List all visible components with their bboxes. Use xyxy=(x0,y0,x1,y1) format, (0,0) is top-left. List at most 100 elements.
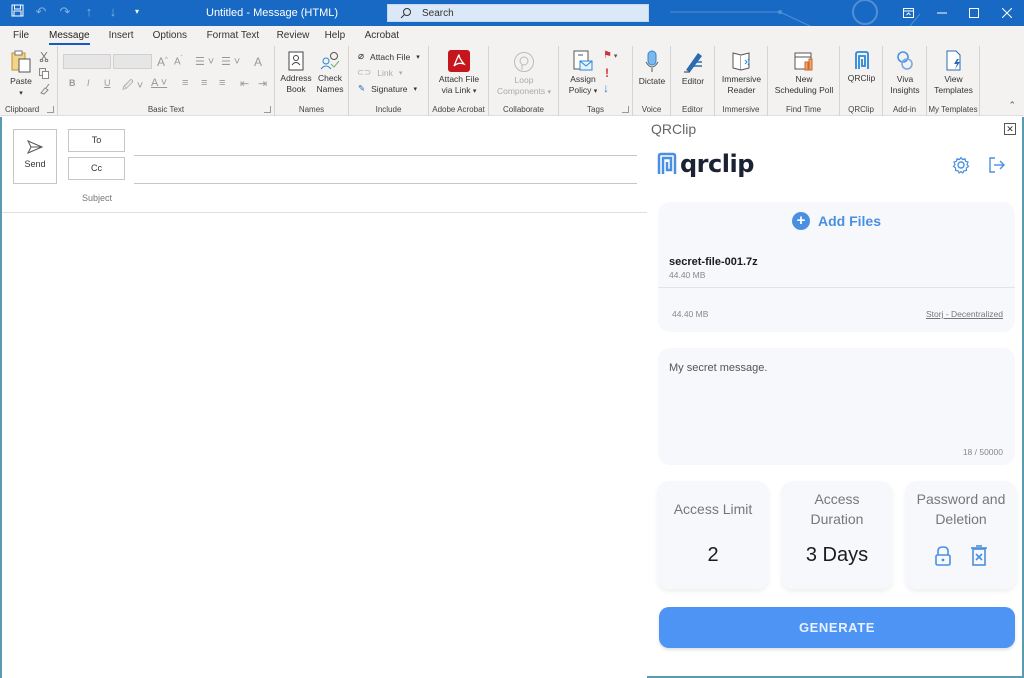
group-immersive: Immersive Reader Immersive xyxy=(715,46,768,116)
plus-circle-icon: + xyxy=(791,212,810,230)
italic-button[interactable]: I xyxy=(87,78,90,88)
font-family-select[interactable] xyxy=(63,54,111,69)
settings-gear-icon[interactable] xyxy=(952,156,970,174)
group-label: Add-in xyxy=(892,105,917,114)
down-arrow-icon[interactable]: ↓ xyxy=(106,4,120,20)
underline-button[interactable]: U xyxy=(104,78,111,88)
tab-format-text[interactable]: Format Text xyxy=(207,26,277,46)
minimize-icon xyxy=(937,12,947,14)
generate-button[interactable]: GENERATE xyxy=(659,607,1015,648)
numbering-icon[interactable]: ☰ ˅ xyxy=(221,55,240,68)
qrclip-ribbon-button[interactable]: QRClip xyxy=(840,51,883,84)
cc-field[interactable] xyxy=(134,183,637,184)
file-name: secret-file-001.7z xyxy=(669,256,758,268)
shrink-font-icon[interactable]: Aˇ xyxy=(174,56,183,67)
storage-provider-link[interactable]: Storj - Decentralized xyxy=(926,309,1003,319)
collapse-ribbon-icon[interactable]: ⌃ xyxy=(1008,100,1016,111)
group-label: Voice xyxy=(641,105,662,114)
dialog-launcher-icon[interactable] xyxy=(264,106,271,113)
tab-message[interactable]: Message xyxy=(49,26,90,46)
follow-up-flag-icon[interactable]: ⚑ ▾ xyxy=(603,50,617,61)
ribbon-display-options-button[interactable] xyxy=(891,0,925,26)
increase-indent-icon[interactable]: ⇥ xyxy=(258,77,267,90)
up-arrow-icon[interactable]: ↑ xyxy=(82,4,96,20)
dictate-button[interactable]: Dictate xyxy=(633,50,671,87)
to-button[interactable]: To xyxy=(68,129,125,152)
close-pane-button[interactable]: ✕ xyxy=(1004,123,1016,135)
check-names-button[interactable]: Check Names xyxy=(313,51,347,95)
align-center-icon[interactable]: ≡ xyxy=(201,77,207,89)
tab-review[interactable]: Review xyxy=(277,26,325,46)
group-collaborate: Loop Components ▾ Collaborate xyxy=(489,46,559,116)
format-painter-icon[interactable] xyxy=(39,84,50,95)
low-importance-icon[interactable]: ↓ xyxy=(603,81,609,95)
address-book-icon xyxy=(288,51,304,71)
font-color-icon[interactable]: A ˅ xyxy=(151,77,167,89)
bold-button[interactable]: B xyxy=(69,78,76,88)
tab-help[interactable]: Help xyxy=(325,26,365,46)
tab-file[interactable]: File xyxy=(13,26,49,46)
quick-access-toolbar: ↶ ↷ ↑ ↓ ▾ xyxy=(10,4,144,20)
attach-file-button[interactable]: ⌀ Attach File ▾ xyxy=(358,51,420,62)
paste-button[interactable]: Paste ▾ xyxy=(6,50,36,99)
maximize-button[interactable] xyxy=(957,0,991,26)
scheduling-poll-icon xyxy=(794,52,813,71)
access-limit-card[interactable]: Access Limit 2 xyxy=(657,481,769,589)
cc-button[interactable]: Cc xyxy=(68,157,125,180)
new-scheduling-poll-button[interactable]: New Scheduling Poll xyxy=(768,50,840,96)
loop-components-button[interactable]: Loop Components ▾ xyxy=(489,51,559,98)
to-field[interactable] xyxy=(134,155,637,156)
delete-trash-icon[interactable] xyxy=(970,545,988,567)
assign-policy-button[interactable]: Assign Policy ▾ xyxy=(564,50,602,97)
high-importance-icon[interactable]: ! xyxy=(605,66,609,80)
bullets-icon[interactable]: ☰ ˅ xyxy=(195,55,214,68)
redo-icon[interactable]: ↷ xyxy=(58,4,72,20)
lock-icon[interactable] xyxy=(934,545,952,567)
logout-icon[interactable] xyxy=(988,156,1006,174)
access-duration-card[interactable]: Access Duration 3 Days xyxy=(781,481,893,589)
cut-icon[interactable] xyxy=(39,52,49,62)
address-book-button[interactable]: Address Book xyxy=(279,51,313,95)
paste-icon xyxy=(11,50,31,73)
editor-button[interactable]: Editor xyxy=(671,50,715,87)
copy-icon[interactable] xyxy=(39,68,50,79)
dialog-launcher-icon[interactable] xyxy=(622,106,629,113)
tab-insert[interactable]: Insert xyxy=(109,26,153,46)
access-duration-label-1: Access xyxy=(814,491,860,507)
secret-message-textarea[interactable]: My secret message. 18 / 50000 xyxy=(658,348,1015,465)
styles-icon[interactable]: A xyxy=(254,55,262,69)
align-right-icon[interactable]: ≡ xyxy=(219,77,225,89)
message-body[interactable] xyxy=(2,213,647,678)
attach-file-via-link-button[interactable]: Attach File via Link ▾ xyxy=(429,50,489,97)
tab-acrobat[interactable]: Acrobat xyxy=(365,26,399,46)
customize-icon[interactable]: ▾ xyxy=(130,4,144,20)
highlight-icon[interactable]: 🖉 ˅ xyxy=(122,77,143,96)
group-include: ⌀ Attach File ▾ ⊂⊃ Link ▾ ✎ Signature ▾ Includ… xyxy=(349,46,429,116)
access-limit-label: Access Limit xyxy=(673,501,753,517)
dialog-launcher-icon[interactable] xyxy=(47,106,54,113)
undo-icon[interactable]: ↶ xyxy=(34,4,48,20)
tab-options[interactable]: Options xyxy=(153,26,207,46)
grow-font-icon[interactable]: A^ xyxy=(157,55,168,69)
immersive-reader-button[interactable]: Immersive Reader xyxy=(715,50,768,96)
signature-button[interactable]: ✎ Signature ▾ xyxy=(358,83,417,94)
search-input[interactable]: Search xyxy=(387,4,649,22)
ribbon-display-icon xyxy=(902,8,914,18)
group-tags: Assign Policy ▾ ⚑ ▾ ! ↓ Tags xyxy=(559,46,633,116)
close-window-button[interactable] xyxy=(990,0,1024,26)
viva-insights-button[interactable]: Viva Insights xyxy=(883,50,927,96)
font-size-select[interactable] xyxy=(113,54,152,69)
group-basic-text: A^ Aˇ ☰ ˅ ☰ ˅ A B I U 🖉 ˅ A ˅ ≡ ≡ ≡ ⇤ ⇥ … xyxy=(58,46,275,116)
minimize-button[interactable] xyxy=(925,0,959,26)
decrease-indent-icon[interactable]: ⇤ xyxy=(240,77,249,90)
align-left-icon[interactable]: ≡ xyxy=(182,77,188,89)
save-icon[interactable] xyxy=(10,4,24,20)
group-editor: Editor Editor xyxy=(671,46,715,116)
decorative-circuit-graphic xyxy=(670,0,920,26)
send-button[interactable]: Send xyxy=(13,129,57,184)
link-button[interactable]: ⊂⊃ Link ▾ xyxy=(357,67,402,78)
qrclip-logo-icon xyxy=(657,152,677,174)
viva-insights-icon xyxy=(897,51,913,70)
view-templates-button[interactable]: View Templates xyxy=(927,50,980,96)
add-files-button[interactable]: + Add Files xyxy=(658,212,1015,230)
